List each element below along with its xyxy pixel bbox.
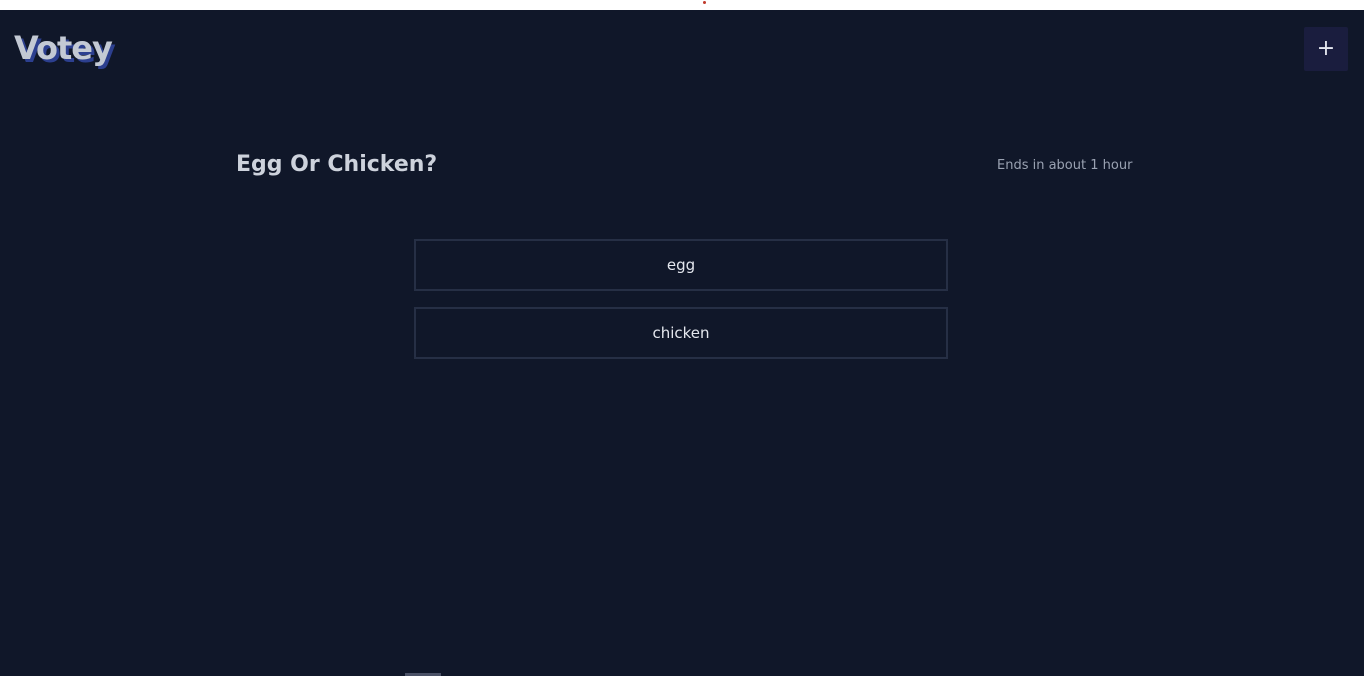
add-poll-button[interactable]: + — [1304, 27, 1348, 71]
loading-indicator — [703, 1, 706, 4]
app-logo[interactable]: Votey — [14, 32, 113, 64]
poll-ends-text: Ends in about 1 hour — [997, 158, 1133, 173]
poll-title: Egg Or Chicken? — [236, 152, 438, 177]
option-button-egg[interactable]: egg — [414, 239, 948, 291]
app-container: Votey + Egg Or Chicken? Ends in about 1 … — [0, 10, 1364, 676]
browser-top-bar — [0, 0, 1364, 10]
poll-options-list: egg chicken — [414, 239, 948, 375]
plus-icon: + — [1316, 36, 1336, 61]
option-button-chicken[interactable]: chicken — [414, 307, 948, 359]
